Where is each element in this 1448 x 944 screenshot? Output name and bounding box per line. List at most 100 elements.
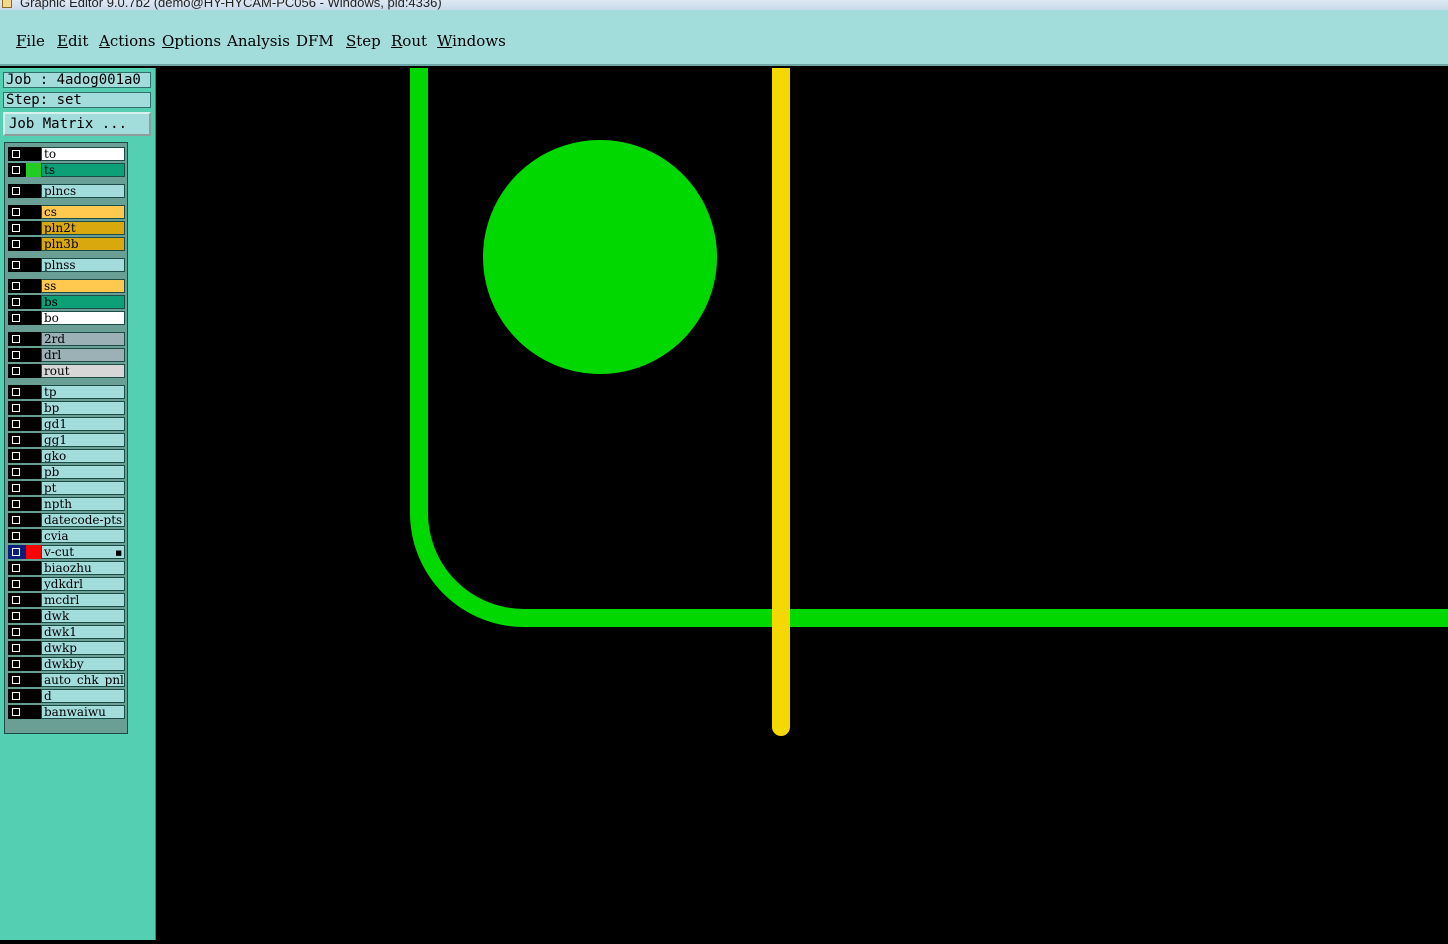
layer-name[interactable]: pt	[41, 481, 125, 495]
layer-visibility-checkbox[interactable]	[8, 258, 26, 272]
layer-color-swatch[interactable]	[26, 279, 41, 293]
layer-color-swatch[interactable]	[26, 237, 41, 251]
layer-name[interactable]: mcdrl	[41, 593, 125, 607]
layer-color-swatch[interactable]	[26, 163, 41, 177]
layer-visibility-checkbox[interactable]	[8, 237, 26, 251]
layer-row-bo[interactable]: bo	[8, 311, 125, 325]
layer-row-pln2t[interactable]: pln2t	[8, 221, 125, 235]
layer-visibility-checkbox[interactable]	[8, 561, 26, 575]
layer-color-swatch[interactable]	[26, 609, 41, 623]
layer-visibility-checkbox[interactable]	[8, 295, 26, 309]
layer-visibility-checkbox[interactable]	[8, 205, 26, 219]
layer-row-bp[interactable]: bp	[8, 401, 125, 415]
layer-color-swatch[interactable]	[26, 657, 41, 671]
layer-visibility-checkbox[interactable]	[8, 147, 26, 161]
layer-name[interactable]: auto_chk_pnl	[41, 673, 125, 687]
layer-color-swatch[interactable]	[26, 577, 41, 591]
layer-name[interactable]: 2rd	[41, 332, 125, 346]
layer-visibility-checkbox[interactable]	[8, 625, 26, 639]
layer-visibility-checkbox[interactable]	[8, 465, 26, 479]
layer-color-swatch[interactable]	[26, 348, 41, 362]
layer-name[interactable]: bo	[41, 311, 125, 325]
layer-name[interactable]: biaozhu	[41, 561, 125, 575]
layer-name[interactable]: pb	[41, 465, 125, 479]
layer-row-dwk[interactable]: dwk	[8, 609, 125, 623]
layer-row-dwkby[interactable]: dwkby	[8, 657, 125, 671]
layer-name[interactable]: plnss	[41, 258, 125, 272]
graphics-canvas[interactable]	[156, 59, 1448, 940]
layer-row-datecode-pts[interactable]: datecode-pts	[8, 513, 125, 527]
layer-visibility-checkbox[interactable]	[8, 433, 26, 447]
layer-color-swatch[interactable]	[26, 641, 41, 655]
layer-color-swatch[interactable]	[26, 401, 41, 415]
layer-row-2rd[interactable]: 2rd	[8, 332, 125, 346]
layer-visibility-checkbox[interactable]	[8, 641, 26, 655]
layer-visibility-checkbox[interactable]	[8, 163, 26, 177]
layer-visibility-checkbox[interactable]	[8, 417, 26, 431]
layer-row-tp[interactable]: tp	[8, 385, 125, 399]
layer-visibility-checkbox[interactable]	[8, 689, 26, 703]
layer-row-pln3b[interactable]: pln3b	[8, 237, 125, 251]
menu-edit[interactable]: Edit	[57, 32, 88, 50]
layer-row-v-cut[interactable]: v-cut ■	[8, 545, 125, 559]
layer-visibility-checkbox[interactable]	[8, 184, 26, 198]
layer-name[interactable]: cs	[41, 205, 125, 219]
layer-color-swatch[interactable]	[26, 513, 41, 527]
layer-visibility-checkbox[interactable]	[8, 705, 26, 719]
layer-row-pb[interactable]: pb	[8, 465, 125, 479]
layer-color-swatch[interactable]	[26, 295, 41, 309]
layer-color-swatch[interactable]	[26, 311, 41, 325]
layer-name[interactable]: ydkdrl	[41, 577, 125, 591]
layer-row-banwaiwu[interactable]: banwaiwu	[8, 705, 125, 719]
layer-color-swatch[interactable]	[26, 593, 41, 607]
layer-visibility-checkbox[interactable]	[8, 332, 26, 346]
layer-color-swatch[interactable]	[26, 385, 41, 399]
layer-color-swatch[interactable]	[26, 449, 41, 463]
layer-name[interactable]: bs	[41, 295, 125, 309]
layer-visibility-checkbox[interactable]	[8, 609, 26, 623]
layer-name[interactable]: ts	[41, 163, 125, 177]
menu-analysis[interactable]: Analysis	[227, 32, 290, 50]
layer-color-swatch[interactable]	[26, 497, 41, 511]
layer-visibility-checkbox[interactable]	[8, 279, 26, 293]
layer-visibility-checkbox[interactable]	[8, 577, 26, 591]
layer-visibility-checkbox[interactable]	[8, 529, 26, 543]
layer-visibility-checkbox[interactable]	[8, 401, 26, 415]
layer-color-swatch[interactable]	[26, 529, 41, 543]
layer-name[interactable]: gg1	[41, 433, 125, 447]
menu-rout[interactable]: Rout	[391, 32, 427, 50]
layer-color-swatch[interactable]	[26, 332, 41, 346]
layer-color-swatch[interactable]	[26, 465, 41, 479]
layer-name[interactable]: dwkby	[41, 657, 125, 671]
menu-options[interactable]: Options	[162, 32, 221, 50]
layer-visibility-checkbox[interactable]	[8, 385, 26, 399]
menu-actions[interactable]: Actions	[99, 32, 155, 50]
layer-name[interactable]: cvia	[41, 529, 125, 543]
layer-color-swatch[interactable]	[26, 481, 41, 495]
layer-row-cvia[interactable]: cvia	[8, 529, 125, 543]
layer-color-swatch[interactable]	[26, 673, 41, 687]
layer-name[interactable]: datecode-pts	[41, 513, 125, 527]
layer-visibility-checkbox[interactable]	[8, 348, 26, 362]
layer-row-gg1[interactable]: gg1	[8, 433, 125, 447]
layer-name[interactable]: npth	[41, 497, 125, 511]
layer-name[interactable]: pln2t	[41, 221, 125, 235]
layer-row-dwk1[interactable]: dwk1	[8, 625, 125, 639]
layer-visibility-checkbox[interactable]	[8, 497, 26, 511]
layer-visibility-checkbox[interactable]	[8, 513, 26, 527]
layer-row-ss[interactable]: ss	[8, 279, 125, 293]
layer-name[interactable]: dwkp	[41, 641, 125, 655]
layer-color-swatch[interactable]	[26, 147, 41, 161]
layer-row-rout[interactable]: rout	[8, 364, 125, 378]
layer-name[interactable]: bp	[41, 401, 125, 415]
layer-row-mcdrl[interactable]: mcdrl	[8, 593, 125, 607]
menu-step[interactable]: Step	[346, 32, 381, 50]
layer-name[interactable]: banwaiwu	[41, 705, 125, 719]
layer-row-ts[interactable]: ts	[8, 163, 125, 177]
layer-row-pt[interactable]: pt	[8, 481, 125, 495]
layer-visibility-checkbox[interactable]	[8, 657, 26, 671]
layer-color-swatch[interactable]	[26, 705, 41, 719]
layer-row-gd1[interactable]: gd1	[8, 417, 125, 431]
layer-name[interactable]: dwk	[41, 609, 125, 623]
layer-visibility-checkbox[interactable]	[8, 221, 26, 235]
